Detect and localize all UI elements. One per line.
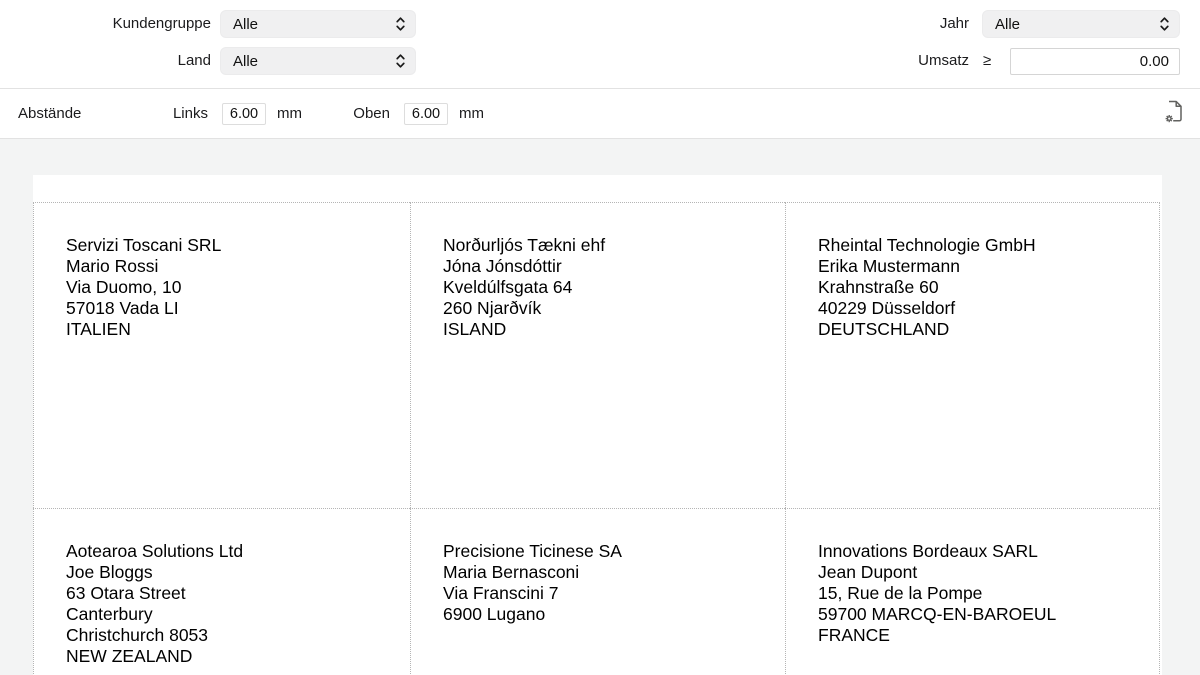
kundengruppe-label: Kundengruppe [0,10,211,38]
address-line: Aotearoa Solutions Ltd [66,541,400,562]
kundengruppe-value: Alle [233,16,258,33]
address-line: Jóna Jónsdóttir [443,256,775,277]
address-line: Via Franscini 7 [443,583,775,604]
address-line: Mario Rossi [66,256,400,277]
label-preview-area: Servizi Toscani SRLMario RossiVia Duomo,… [0,139,1200,675]
address-line: 15, Rue de la Pompe [818,583,1149,604]
address-line: NEW ZEALAND [66,646,400,667]
address-label: Norðurljós Tækni ehfJóna JónsdóttirKveld… [410,202,785,508]
links-spacing-input[interactable] [222,103,266,125]
address-line: Via Duomo, 10 [66,277,400,298]
abstaende-section-label: Abstände [18,89,81,138]
oben-label: Oben [300,89,390,138]
address-line: Jean Dupont [818,562,1149,583]
document-gear-icon [1164,98,1184,130]
address-line: 59700 MARCQ-EN-BAROEUL [818,604,1149,625]
jahr-select[interactable]: Alle [982,10,1180,38]
address-line: 6900 Lugano [443,604,775,625]
umsatz-label: Umsatz [750,47,969,75]
address-line: Servizi Toscani SRL [66,235,400,256]
address-line: Kveldúlfsgata 64 [443,277,775,298]
address-line: FRANCE [818,625,1149,646]
address-line: 63 Otara Street [66,583,400,604]
greater-equal-symbol: ≥ [983,47,991,75]
oben-unit-label: mm [459,89,484,138]
spacing-toolbar: Abstände Links mm Oben mm [0,89,1200,138]
up-down-chevron-icon [1159,16,1170,32]
gear [1166,115,1173,122]
address-line: Joe Bloggs [66,562,400,583]
land-label: Land [0,47,211,75]
filter-bar: Kundengruppe Alle Land Alle Jahr Alle Um… [0,0,1200,88]
oben-spacing-input[interactable] [404,103,448,125]
address-line: Erika Mustermann [818,256,1149,277]
address-line: DEUTSCHLAND [818,319,1149,340]
links-unit-label: mm [277,89,302,138]
address-line: Krahnstraße 60 [818,277,1149,298]
address-line: Maria Bernasconi [443,562,775,583]
up-down-chevron-icon [395,53,406,69]
address-line: Norðurljós Tækni ehf [443,235,775,256]
jahr-label: Jahr [750,10,969,38]
labels-grid: Servizi Toscani SRLMario RossiVia Duomo,… [33,202,1160,675]
links-label: Links [120,89,208,138]
address-line: ISLAND [443,319,775,340]
label-print-window: Kundengruppe Alle Land Alle Jahr Alle Um… [0,0,1200,675]
up-down-chevron-icon [395,16,406,32]
address-line: ITALIEN [66,319,400,340]
land-select[interactable]: Alle [220,47,416,75]
page-setup-button[interactable] [1152,89,1196,138]
land-value: Alle [233,53,258,70]
umsatz-input[interactable] [1010,48,1180,75]
address-label: Innovations Bordeaux SARLJean Dupont15, … [785,508,1160,675]
address-label: Rheintal Technologie GmbHErika Musterman… [785,202,1160,508]
address-line: 260 Njarðvík [443,298,775,319]
address-line: Precisione Ticinese SA [443,541,775,562]
jahr-value: Alle [995,16,1020,33]
address-label: Precisione Ticinese SAMaria BernasconiVi… [410,508,785,675]
address-line: Innovations Bordeaux SARL [818,541,1149,562]
address-label: Servizi Toscani SRLMario RossiVia Duomo,… [33,202,410,508]
kundengruppe-select[interactable]: Alle [220,10,416,38]
address-line: 40229 Düsseldorf [818,298,1149,319]
address-line: Rheintal Technologie GmbH [818,235,1149,256]
address-line: Christchurch 8053 [66,625,400,646]
address-line: Canterbury [66,604,400,625]
label-sheet-page: Servizi Toscani SRLMario RossiVia Duomo,… [33,175,1162,675]
address-line: 57018 Vada LI [66,298,400,319]
address-label: Aotearoa Solutions LtdJoe Bloggs63 Otara… [33,508,410,675]
